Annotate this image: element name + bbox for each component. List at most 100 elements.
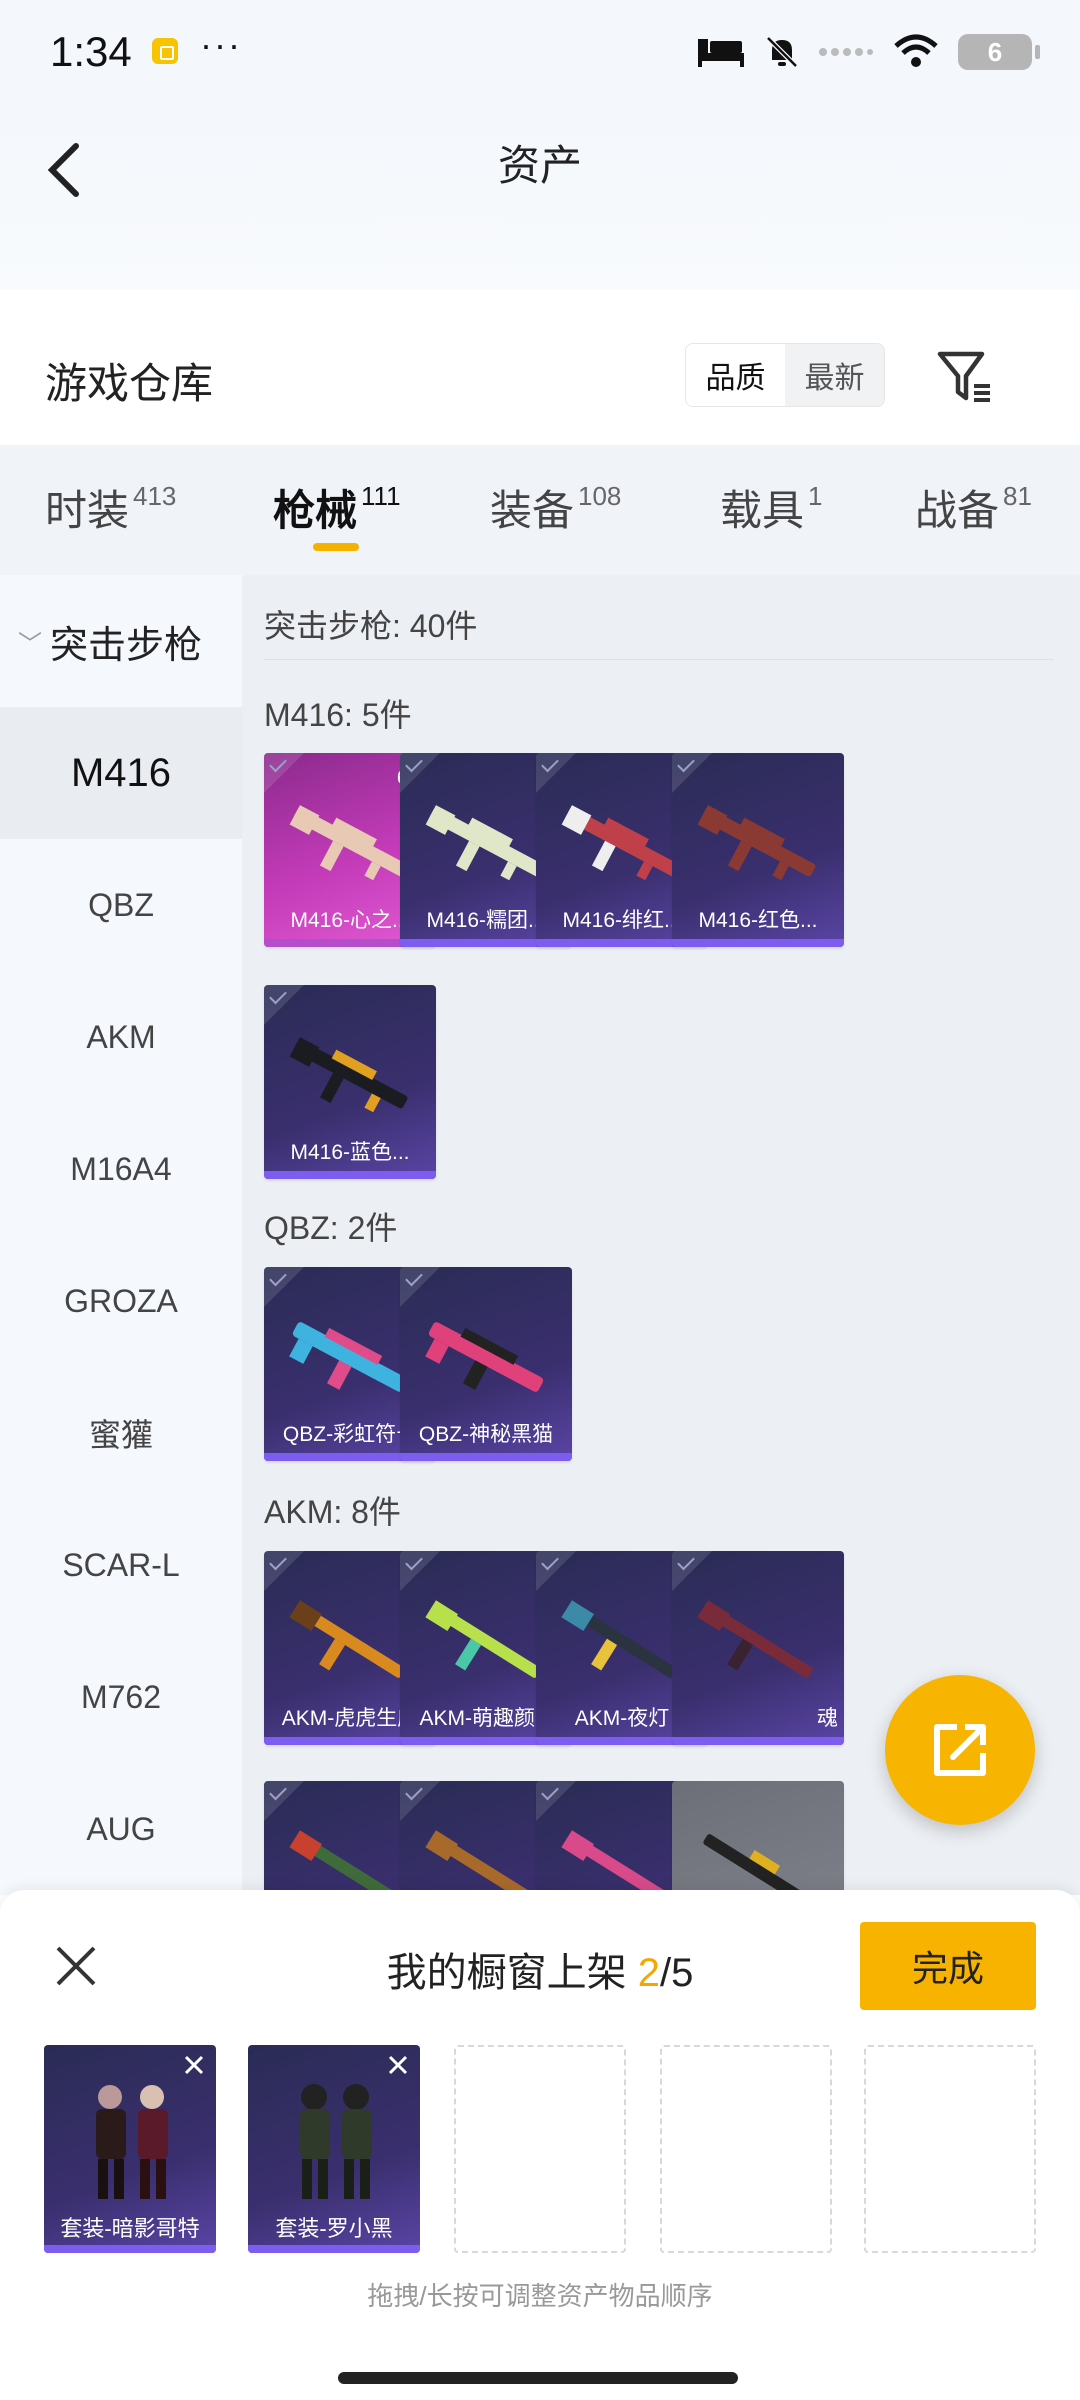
sidebar-group-label: 突击步枪 [50,624,203,667]
sidebar-item-qbz[interactable]: QBZ [0,839,242,971]
warehouse-title: 游戏仓库 [45,360,214,407]
empty-slot[interactable] [660,2045,832,2253]
sidebar-item-honey-badger[interactable]: 蜜獾 [0,1367,242,1499]
rarity-bar [672,1737,844,1745]
sheet-title-text: 我的橱窗上架 [386,1951,627,1995]
tab-count: 111 [361,481,401,511]
top-app-bar: 资产 [0,110,1080,290]
sort-latest-option[interactable]: 最新 [785,344,884,406]
slot-name: 套装-罗小黑 [275,2216,393,2241]
sidebar-group-assault-rifle[interactable]: ﹀ 突击步枪 [0,575,242,707]
tab-supplies[interactable]: 战备 81 [915,477,1032,538]
status-bar: 1:34 ··· 6 [0,0,1080,110]
mute-bell-icon [766,36,798,68]
weapon-name: M416-红色... [698,909,818,932]
checkmark-icon [264,1267,304,1307]
active-tab-indicator [313,543,359,551]
divider [264,659,1054,660]
rifle-icon [697,805,816,881]
share-button[interactable] [885,1675,1035,1825]
weapon-card[interactable]: M416-红色... [672,753,844,947]
tab-count: 413 [133,481,177,511]
done-button[interactable]: 完成 [860,1922,1036,2010]
chevron-down-icon: ﹀ [18,630,42,658]
sidebar-item-aug[interactable]: AUG [0,1763,242,1895]
empty-slot[interactable] [864,2045,1036,2253]
sort-quality-option[interactable]: 品质 [686,344,785,406]
signal-dots-icon [819,48,873,56]
sidebar-item-groza[interactable]: GROZA [0,1235,242,1367]
sidebar-item-m16a4[interactable]: M16A4 [0,1103,242,1235]
checkmark-icon [264,1551,304,1591]
filter-icon [937,351,990,402]
sidebar-item-akm[interactable]: AKM [0,971,242,1103]
slot-name: 套装-暗影哥特 [60,2216,200,2241]
sidebar-item-m416[interactable]: M416 [0,707,242,839]
status-time: 1:34 [50,28,132,75]
sidebar-item-m762[interactable]: M762 [0,1631,242,1763]
checkmark-icon [536,1551,576,1591]
showcase-slot[interactable]: 套装-罗小黑 [248,2045,420,2253]
page-title: 资产 [497,142,582,189]
checkmark-icon [400,1781,440,1821]
category-tabs: 时装 413 枪械 111 装备 108 载具 1 战备 81 [0,445,1080,575]
tab-fashion[interactable]: 时装 413 [45,477,176,538]
section-title: M416: 5件 [264,697,412,733]
empty-slot[interactable] [454,2045,626,2253]
warehouse-header: 游戏仓库 品质 最新 [0,300,1080,445]
checkmark-icon [264,753,304,793]
reorder-hint: 拖拽/长按可调整资产物品顺序 [367,2281,713,2311]
home-indicator[interactable] [338,2372,738,2384]
section-title: QBZ: 2件 [264,1210,398,1246]
showcase-count-total: /5 [660,1951,694,1995]
tab-label: 装备 [490,487,575,534]
weapon-card[interactable] [672,1781,844,1895]
rifle-icon [425,1322,544,1392]
bed-icon [698,39,744,67]
sort-toggle: 品质 最新 [685,343,885,407]
showcase-slot[interactable]: 套装-暗影哥特 [44,2045,216,2253]
tab-label: 枪械 [273,487,358,534]
app-notification-icon [152,38,178,64]
tab-count: 81 [1003,481,1032,511]
checkmark-icon [264,985,304,1025]
rarity-bar [248,2245,420,2253]
sidebar-item-scar-l[interactable]: SCAR-L [0,1499,242,1631]
rifle-icon [703,1834,813,1895]
weapon-name: QBZ-神秘黑猫 [418,1423,554,1446]
outfit-icon [300,2084,372,2199]
outfit-icon [96,2085,168,2199]
tab-count: 1 [808,481,823,511]
filter-button[interactable] [930,342,1000,412]
checkmark-icon [400,753,440,793]
rifle-icon [289,1037,408,1113]
checkmark-icon [536,1781,576,1821]
wifi-icon [894,34,938,67]
rarity-bar [264,1171,436,1179]
weapon-sidebar: ﹀ 突击步枪 M416 QBZ AKM M16A4 GROZA 蜜獾 SCAR-… [0,575,242,1895]
checkmark-icon [264,1781,304,1821]
weapon-name: 魂 [817,1707,838,1730]
weapon-card[interactable]: M416-蓝色... [264,985,436,1179]
tab-vehicles[interactable]: 载具 1 [720,477,822,538]
checkmark-icon [400,1551,440,1591]
weapon-card[interactable]: QBZ-神秘黑猫 [400,1267,572,1461]
tab-label: 战备 [915,487,1000,534]
tab-equipment[interactable]: 装备 108 [490,477,621,538]
showcase-count-current: 2 [637,1951,660,1995]
tab-label: 载具 [720,487,805,534]
rarity-bar [44,2245,216,2253]
battery-indicator: 6 [958,34,1040,70]
checkmark-icon [672,753,712,793]
status-icons: 6 [696,32,1040,72]
more-notifications-icon: ··· [200,24,242,65]
weapon-card[interactable]: 魂 [672,1551,844,1745]
rarity-bar [400,1453,572,1461]
checkmark-icon [536,753,576,793]
tab-firearms[interactable]: 枪械 111 [273,477,401,538]
section-title: AKM: 8件 [264,1494,401,1530]
rifle-icon [697,1600,813,1678]
checkmark-icon [672,1551,712,1591]
tab-label: 时装 [45,487,130,534]
share-external-icon [934,1724,986,1776]
